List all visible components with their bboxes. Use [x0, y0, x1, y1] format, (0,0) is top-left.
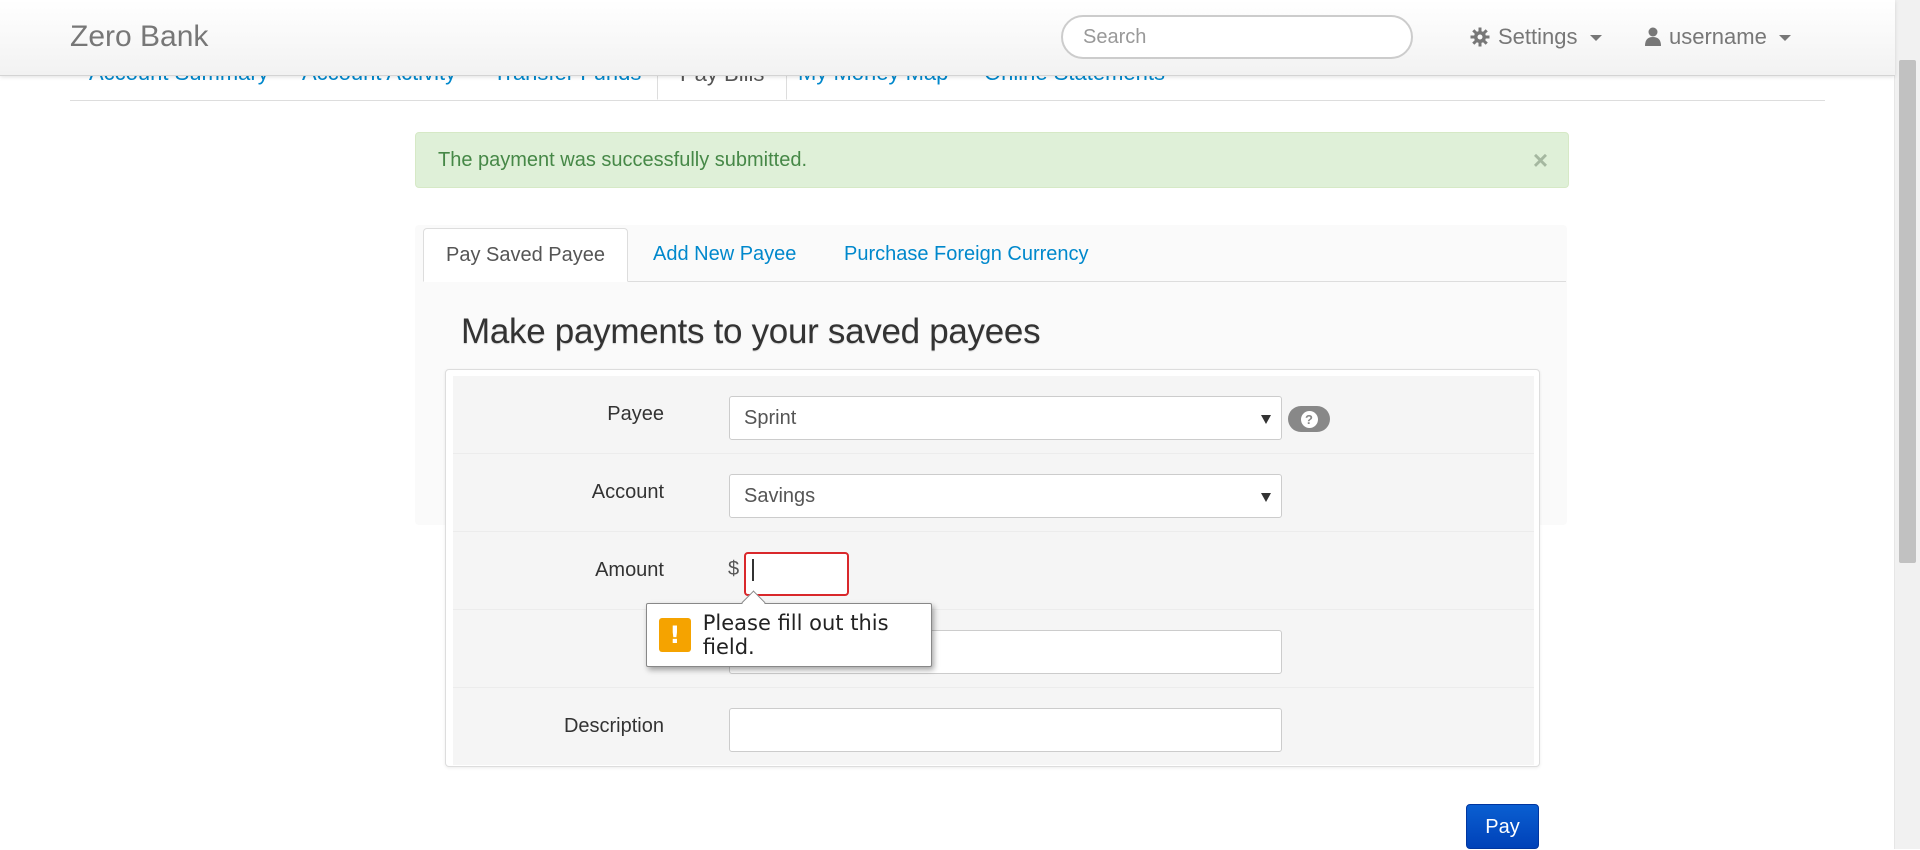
payee-selected-value: Sprint	[744, 407, 797, 429]
description-label: Description	[563, 715, 664, 737]
account-label: Account	[591, 481, 664, 503]
description-row: Description	[453, 688, 1534, 765]
payment-form: Payee Sprint ? Account Savings Amount $ …	[445, 369, 1540, 767]
user-icon	[1645, 27, 1661, 46]
chevron-down-icon	[1589, 35, 1602, 41]
warning-icon: !	[659, 618, 691, 652]
pay-button[interactable]: Pay	[1466, 804, 1539, 849]
amount-input[interactable]	[744, 552, 849, 596]
vertical-scrollbar[interactable]	[1894, 0, 1920, 849]
payee-row: Payee Sprint ?	[453, 376, 1534, 454]
settings-menu[interactable]: Settings	[1470, 24, 1602, 50]
account-row: Account Savings	[453, 454, 1534, 532]
tab-add-new-payee[interactable]: Add New Payee	[653, 228, 796, 281]
account-select[interactable]: Savings	[729, 474, 1282, 518]
text-cursor	[752, 559, 754, 581]
gear-icon	[1470, 27, 1490, 47]
description-input[interactable]	[729, 708, 1282, 752]
page-title: Make payments to your saved payees	[461, 312, 1041, 351]
amount-row: Amount $	[453, 532, 1534, 610]
dropdown-arrow-icon	[1261, 415, 1271, 424]
payee-help-button[interactable]: ?	[1288, 406, 1330, 432]
validation-message: Please fill out this field.	[702, 611, 889, 659]
dropdown-arrow-icon	[1261, 493, 1271, 502]
settings-label: Settings	[1498, 24, 1578, 49]
alert-message: The payment was successfully submitted.	[438, 149, 808, 171]
payee-select[interactable]: Sprint	[729, 396, 1282, 440]
tab-purchase-foreign-currency[interactable]: Purchase Foreign Currency	[844, 228, 1089, 281]
close-icon[interactable]: ×	[1533, 133, 1548, 187]
search-input[interactable]	[1061, 15, 1413, 59]
top-navbar: Zero Bank Settings username	[0, 0, 1895, 76]
validation-tooltip: ! Please fill out this field.	[646, 590, 932, 667]
account-selected-value: Savings	[744, 485, 816, 507]
scrollbar-thumb[interactable]	[1899, 60, 1916, 563]
payee-label: Payee	[607, 403, 664, 425]
amount-label: Amount	[595, 559, 664, 581]
success-alert: The payment was successfully submitted. …	[415, 132, 1569, 188]
currency-symbol: $	[728, 558, 740, 580]
user-menu[interactable]: username	[1645, 24, 1791, 50]
date-row	[453, 610, 1534, 688]
tab-pay-saved-payee[interactable]: Pay Saved Payee	[423, 228, 628, 282]
chevron-down-icon	[1778, 35, 1791, 41]
username-label: username	[1669, 24, 1767, 49]
question-icon: ?	[1300, 410, 1318, 428]
brand-logo[interactable]: Zero Bank	[70, 20, 208, 54]
sub-tabs: Pay Saved Payee Add New Payee Purchase F…	[423, 228, 1566, 282]
